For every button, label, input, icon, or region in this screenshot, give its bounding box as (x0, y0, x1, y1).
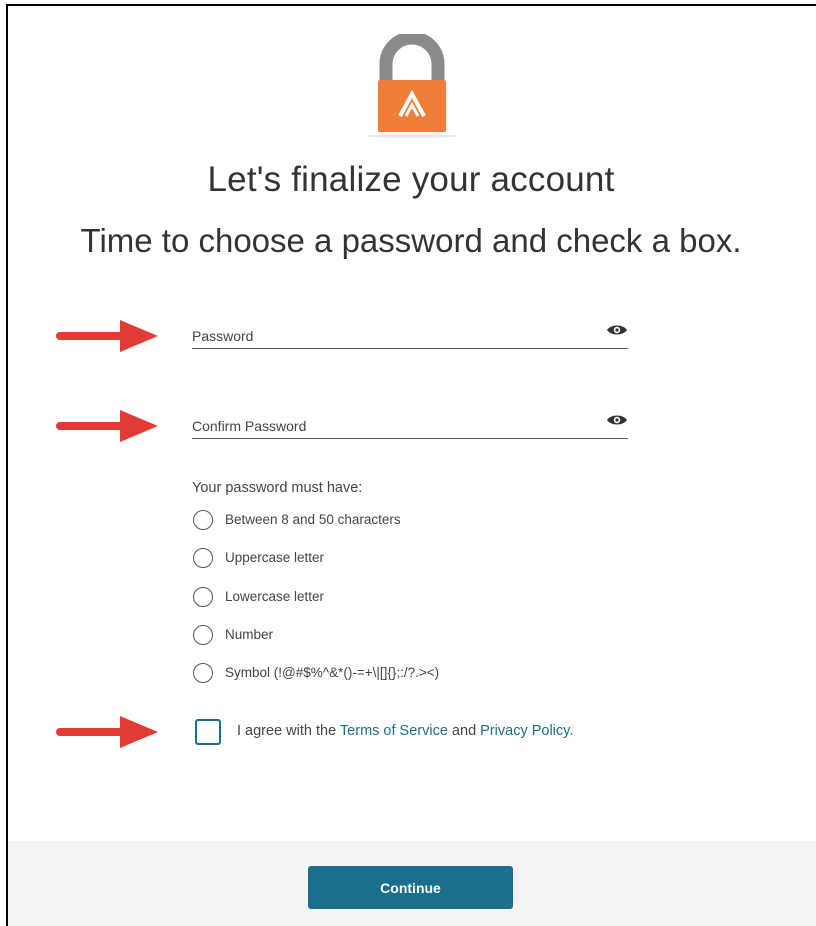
unchecked-circle-icon (193, 663, 213, 683)
agreement-text: I agree with the Terms of Service and Pr… (237, 723, 573, 739)
requirement-text: Number (225, 627, 274, 642)
confirm-password-field[interactable]: Confirm Password (192, 408, 628, 439)
red-arrow-annotation (56, 320, 158, 352)
password-label: Password (192, 328, 254, 344)
confirm-password-label: Confirm Password (192, 418, 307, 434)
agreement-middle: and (447, 723, 481, 739)
requirement-text: Uppercase letter (225, 550, 325, 565)
terms-of-service-link[interactable]: Terms of Service (340, 723, 448, 739)
password-field[interactable]: Password (192, 318, 628, 349)
agreement-prefix: I agree with the (237, 723, 340, 739)
red-arrow-annotation (56, 410, 158, 442)
unchecked-circle-icon (193, 548, 213, 568)
eye-icon[interactable] (606, 413, 628, 427)
page-frame (6, 4, 816, 926)
agree-checkbox[interactable] (195, 719, 221, 745)
page-title: Let's finalize your account (207, 160, 615, 199)
requirement-text: Between 8 and 50 characters (225, 512, 401, 527)
requirements-title: Your password must have: (192, 480, 363, 496)
unchecked-circle-icon (193, 587, 213, 607)
page-subtitle: Time to choose a password and check a bo… (80, 222, 742, 259)
padlock-logo-icon (366, 34, 458, 138)
agreement-suffix: . (569, 723, 574, 739)
unchecked-circle-icon (193, 510, 213, 530)
continue-button[interactable]: Continue (308, 866, 513, 909)
red-arrow-annotation (56, 716, 158, 748)
privacy-policy-link[interactable]: Privacy Policy (480, 723, 569, 739)
eye-icon[interactable] (606, 323, 628, 337)
unchecked-circle-icon (193, 625, 213, 645)
requirement-text: Lowercase letter (225, 589, 325, 604)
requirement-text: Symbol (!@#$%^&*()-=+\|[]{};:/?.><) (225, 665, 440, 680)
